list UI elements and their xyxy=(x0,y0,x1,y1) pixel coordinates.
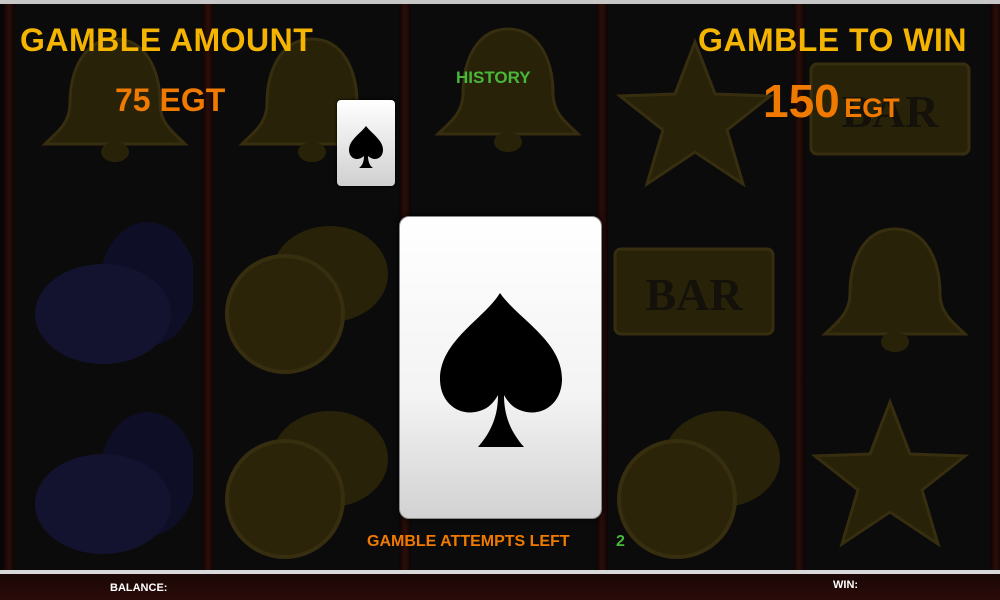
lemon-icon xyxy=(225,411,388,559)
reel-separator xyxy=(990,4,1000,570)
attempts-value: 2 xyxy=(616,533,625,550)
star-icon xyxy=(810,397,970,548)
gamble-card[interactable] xyxy=(399,216,602,519)
history-card xyxy=(337,100,395,186)
plum-icon xyxy=(35,222,193,364)
bell-icon xyxy=(821,227,969,352)
gamble-amount-number: 75 xyxy=(115,82,151,118)
gamble-to-win-value: 150 EGT xyxy=(763,74,900,128)
bar-icon: BAR xyxy=(613,247,775,336)
attempts-label: GAMBLE ATTEMPTS LEFT xyxy=(367,533,570,550)
gamble-amount-value: 75 EGT xyxy=(115,82,225,119)
reel-separator xyxy=(3,4,15,570)
gamble-to-win-title: GAMBLE TO WIN xyxy=(698,22,967,58)
lemon-icon xyxy=(225,226,388,374)
spade-icon xyxy=(440,293,562,447)
lemon-icon xyxy=(617,411,780,559)
balance-label: BALANCE: xyxy=(110,582,168,594)
gamble-amount-title: GAMBLE AMOUNT xyxy=(20,22,314,58)
svg-text:BAR: BAR xyxy=(645,269,743,320)
plum-icon xyxy=(35,412,193,554)
history-label: HISTORY xyxy=(456,68,531,87)
gamble-to-win-number: 150 xyxy=(763,75,840,127)
gamble-to-win-currency: EGT xyxy=(844,93,900,123)
spade-icon xyxy=(349,126,383,168)
gamble-amount-currency: EGT xyxy=(159,82,226,118)
win-label: WIN: xyxy=(833,579,859,591)
bell-icon xyxy=(434,27,582,152)
